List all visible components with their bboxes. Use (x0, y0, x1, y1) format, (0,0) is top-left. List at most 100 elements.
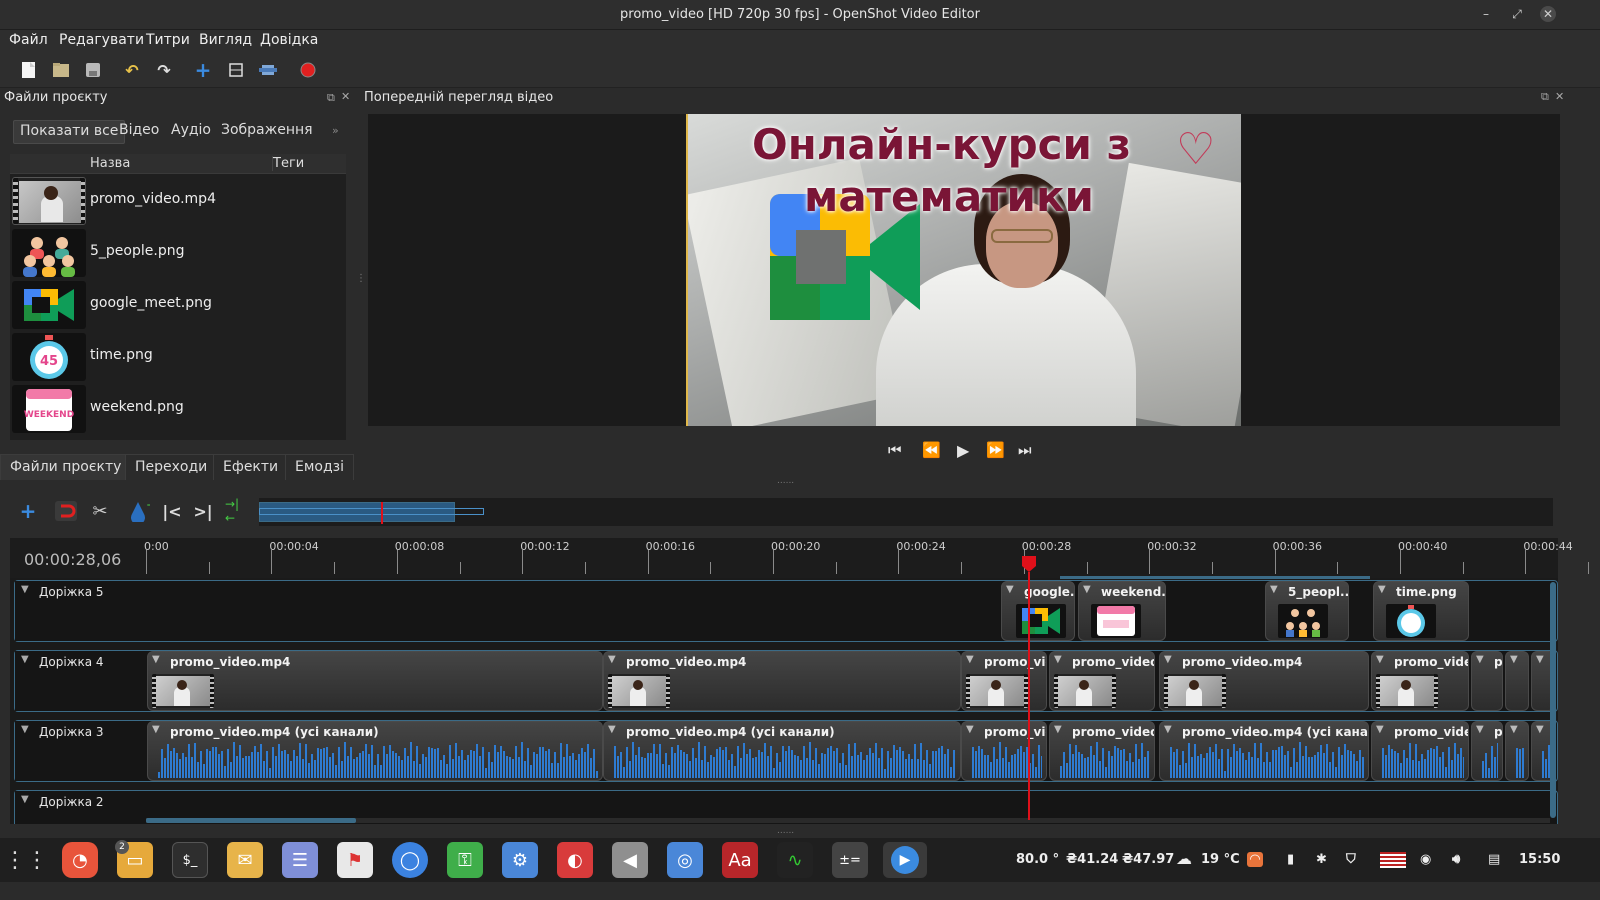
menu-titles[interactable]: Титри (146, 32, 190, 48)
track-header[interactable]: ▼ Доріжка 5 (15, 581, 147, 641)
file-item-5-people[interactable]: 5_people.png (10, 227, 346, 279)
open-project-icon[interactable] (50, 59, 72, 81)
clip-google-meet[interactable]: ▼google... (1001, 581, 1075, 641)
timeline[interactable]: 00:00:28,06 0:00 00:00:04 00:00:08 00:00:12… (10, 538, 1590, 824)
menu-edit[interactable]: Редагувати (59, 32, 144, 48)
video-clip[interactable]: ▼p (1505, 651, 1529, 711)
clip-menu-arrow[interactable]: ▼ (966, 654, 974, 665)
center-playhead-icon[interactable]: →|← (225, 497, 247, 525)
filter-video[interactable]: Відео (113, 120, 165, 144)
clip-time[interactable]: ▼ time.png (1373, 581, 1469, 641)
video-canvas[interactable]: Онлайн-курси з математики ♡ (368, 114, 1560, 426)
choose-profile-icon[interactable] (225, 59, 247, 81)
kdeconnect-icon[interactable]: ⚙ (502, 842, 538, 878)
maximize-button[interactable]: ⤢ (1509, 6, 1525, 22)
tab-transitions[interactable]: Переходи (125, 454, 218, 480)
audio-clip[interactable]: ▼ promo_video.mp4 (усі канали) (603, 721, 961, 781)
audio-clip[interactable]: ▼ p... (1471, 721, 1503, 781)
video-clip[interactable]: ▼ promo_video.m (1049, 651, 1155, 711)
clock[interactable]: 15:50 (1519, 852, 1560, 867)
filter-audio[interactable]: Аудіо (165, 120, 217, 144)
undo-icon[interactable]: ↶ (121, 59, 143, 81)
audio-clip[interactable]: ▼ promo_vide (961, 721, 1047, 781)
track-4[interactable]: ▼ Доріжка 4 ▼ promo_video.mp4 ▼ promo_video.… (14, 650, 1558, 712)
clip-menu-arrow[interactable]: ▼ (608, 654, 616, 665)
bluetooth-icon[interactable]: ✱ (1316, 852, 1327, 867)
clip-menu-arrow[interactable]: ▼ (152, 654, 160, 665)
app-grid-icon[interactable]: ⋮⋮ (4, 842, 48, 878)
keyring-icon[interactable]: ⚿ (447, 842, 483, 878)
redo-icon[interactable]: ↷ (153, 59, 175, 81)
add-marker-icon[interactable]: + (128, 500, 150, 522)
new-project-icon[interactable] (18, 59, 40, 81)
audio-clip[interactable]: ▼ promo_video.mp4 (усі канали) (1159, 721, 1369, 781)
clip-menu-arrow[interactable]: ▼ (1054, 654, 1062, 665)
calculator-icon[interactable]: ±= (832, 842, 868, 878)
file-item-google-meet[interactable]: google_meet.png (10, 279, 346, 331)
clipboard-icon[interactable]: ▤ (1488, 852, 1500, 867)
video-clip[interactable]: ▼ promo_video. (1371, 651, 1469, 711)
clip-menu-arrow[interactable]: ▼ (1376, 724, 1384, 735)
shield-icon[interactable]: ⛉ (1346, 852, 1356, 867)
exchange-rate-eur[interactable]: ₴47.97 (1122, 852, 1174, 867)
clip-menu-arrow[interactable]: ▼ (1476, 724, 1484, 735)
video-clip[interactable]: ▼ promo_vide (961, 651, 1047, 711)
weather-temperature[interactable]: 19 °C (1201, 852, 1240, 867)
playhead-handle[interactable] (1022, 556, 1036, 572)
export-video-icon[interactable] (297, 59, 319, 81)
next-marker-icon[interactable]: >| (192, 500, 214, 522)
tab-project-files[interactable]: Файли проєкту (0, 454, 132, 480)
splitter-handle[interactable]: ...... (777, 826, 794, 836)
jump-end-button[interactable]: ⏭ (1018, 441, 1032, 459)
fullscreen-icon[interactable] (257, 59, 279, 81)
mail-icon[interactable]: ✉ (227, 842, 263, 878)
rss-icon[interactable]: ◠ (1247, 852, 1263, 867)
clip-menu-arrow[interactable]: ▼ (608, 724, 616, 735)
volume-icon[interactable]: 🔊︎ (1452, 852, 1460, 867)
video-clip[interactable]: ▼ promo_video.mp4 (1159, 651, 1369, 711)
rewind-button[interactable]: ⏪ (922, 441, 941, 459)
clip-menu-arrow[interactable]: ▼ (1054, 724, 1062, 735)
track-5[interactable]: ▼Доріжка 5 ▼google... ▼weekend.... ▼5_pe… (14, 580, 1558, 642)
video-clip[interactable]: ▼ promo_video.mp4 (147, 651, 603, 711)
filter-more[interactable]: » (332, 124, 339, 137)
firefox-icon[interactable]: ◔ (62, 842, 98, 878)
audio-clip[interactable]: ▼ promo_video.m (1049, 721, 1155, 781)
previous-marker-icon[interactable]: |< (161, 500, 183, 522)
menu-file[interactable]: Файл (9, 32, 48, 48)
clip-weekend[interactable]: ▼weekend.... (1078, 581, 1166, 641)
timeline-ruler[interactable]: 00:00:28,06 0:00 00:00:04 00:00:08 00:00:12… (10, 538, 1590, 578)
indicator-icon[interactable]: ▮ (1287, 852, 1294, 867)
jump-start-button[interactable]: ⏮ (888, 441, 902, 459)
filter-show-all[interactable]: Показати все (13, 120, 126, 144)
import-files-icon[interactable]: + (192, 58, 214, 82)
snapping-icon[interactable] (55, 500, 77, 522)
file-item-weekend[interactable]: WEEKEND weekend.png (10, 383, 346, 435)
track-header[interactable]: ▼ Доріжка 4 (15, 651, 147, 711)
minimize-button[interactable]: – (1478, 6, 1494, 22)
files-icon[interactable]: 2 ▭ (115, 840, 153, 878)
dock-close-icon[interactable]: ✕ (1555, 90, 1564, 103)
clip-menu-arrow[interactable]: ▼ (1510, 654, 1518, 665)
dock-close-icon[interactable]: ✕ (341, 90, 350, 103)
terminal-icon[interactable]: $_ (172, 842, 208, 878)
track-3[interactable]: ▼ Доріжка 3 ▼ promo_video.mp4 (усі канали)… (14, 720, 1558, 782)
close-button[interactable]: ✕ (1540, 6, 1556, 22)
tab-effects[interactable]: Ефекти (213, 454, 289, 480)
clip-menu-arrow[interactable]: ▼ (1536, 654, 1544, 665)
text-editor-icon[interactable]: ☰ (282, 842, 318, 878)
fast-forward-button[interactable]: ⏩ (986, 441, 1005, 459)
flathub-icon[interactable]: ⚑ (337, 842, 373, 878)
track-header[interactable]: ▼ Доріжка 3 (15, 721, 147, 781)
track-header[interactable]: ▼ Доріжка 2 (15, 791, 147, 823)
play-button[interactable]: ▶ (957, 441, 969, 460)
screenshot-icon[interactable]: ◎ (667, 842, 703, 878)
clip-menu-arrow[interactable]: ▼ (1536, 724, 1544, 735)
splitter-handle[interactable]: ...... (777, 476, 794, 486)
vertical-scrollbar[interactable] (1550, 582, 1556, 818)
volume-mute-icon[interactable]: ◀ (612, 842, 648, 878)
audio-clip[interactable]: ▼ promo_video... (1371, 721, 1469, 781)
openshot-active-icon[interactable]: ▶ (883, 842, 927, 878)
us-flag-icon[interactable] (1380, 852, 1406, 868)
save-project-icon[interactable] (82, 59, 104, 81)
